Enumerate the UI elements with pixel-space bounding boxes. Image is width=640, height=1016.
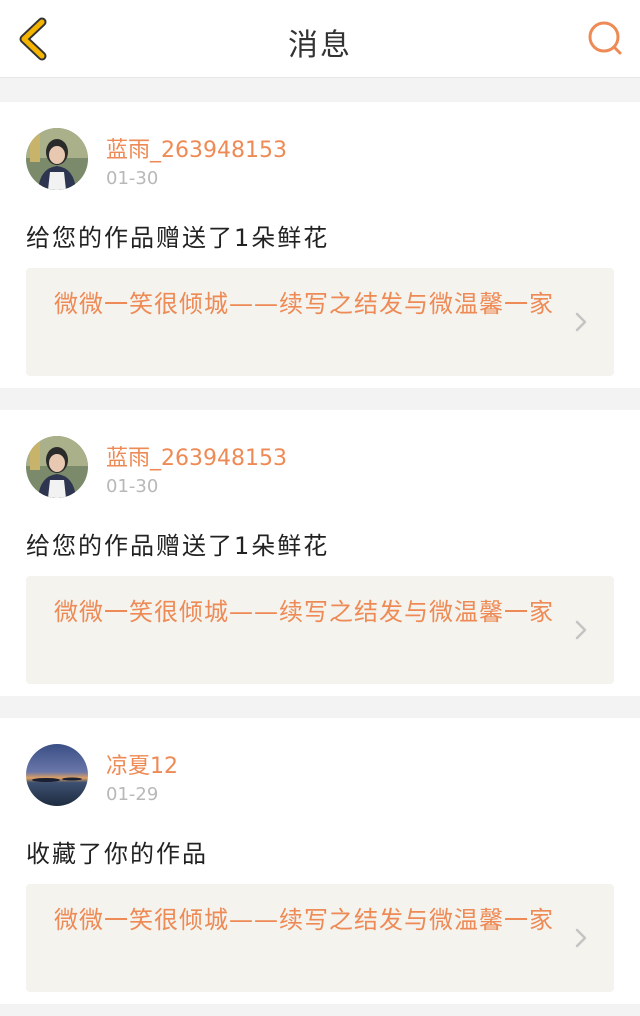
- top-nav-bar: 消息: [0, 0, 640, 78]
- username[interactable]: 蓝雨_263948153: [106, 132, 287, 164]
- message-card: 蓝雨_263948153 01-30 给您的作品赠送了1朵鲜花 微微一笑很倾城—…: [0, 410, 640, 696]
- message-list: 蓝雨_263948153 01-30 给您的作品赠送了1朵鲜花 微微一笑很倾城—…: [0, 78, 640, 1004]
- message-date: 01-29: [106, 784, 159, 805]
- work-link[interactable]: 微微一笑很倾城——续写之结发与微温馨一家: [26, 884, 614, 992]
- message-date: 01-30: [106, 476, 159, 497]
- avatar[interactable]: [26, 128, 88, 190]
- message-card: 蓝雨_263948153 01-30 给您的作品赠送了1朵鲜花 微微一笑很倾城—…: [0, 102, 640, 388]
- work-link[interactable]: 微微一笑很倾城——续写之结发与微温馨一家: [26, 576, 614, 684]
- page-title: 消息: [288, 28, 352, 63]
- message-card: 凉夏12 01-29 收藏了你的作品 微微一笑很倾城——续写之结发与微温馨一家: [0, 718, 640, 1004]
- work-link[interactable]: 微微一笑很倾城——续写之结发与微温馨一家: [26, 268, 614, 376]
- work-title: 微微一笑很倾城——续写之结发与微温馨一家: [54, 906, 554, 934]
- username[interactable]: 蓝雨_263948153: [106, 440, 287, 472]
- avatar[interactable]: [26, 744, 88, 806]
- work-title: 微微一笑很倾城——续写之结发与微温馨一家: [54, 598, 554, 626]
- message-text: 给您的作品赠送了1朵鲜花: [26, 224, 330, 252]
- work-title: 微微一笑很倾城——续写之结发与微温馨一家: [54, 290, 554, 318]
- chevron-right-icon: [575, 312, 587, 332]
- avatar[interactable]: [26, 436, 88, 498]
- search-icon: [588, 21, 622, 55]
- username[interactable]: 凉夏12: [106, 748, 178, 780]
- message-text: 给您的作品赠送了1朵鲜花: [26, 532, 330, 560]
- message-text: 收藏了你的作品: [26, 840, 208, 868]
- message-date: 01-30: [106, 168, 159, 189]
- chevron-right-icon: [575, 928, 587, 948]
- chevron-right-icon: [575, 620, 587, 640]
- search-button[interactable]: [586, 18, 626, 60]
